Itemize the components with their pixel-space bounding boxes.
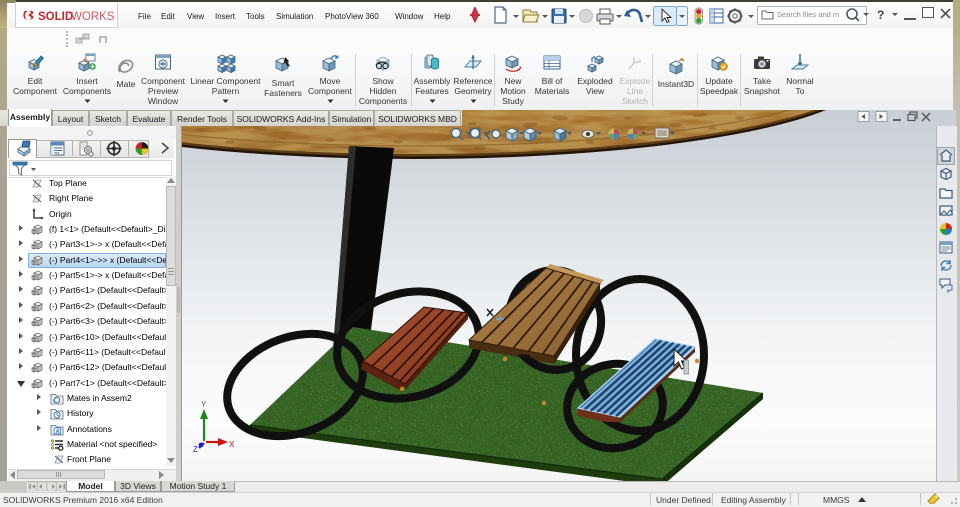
svg-text:Z: Z xyxy=(193,445,198,454)
svg-text:SOLID: SOLID xyxy=(38,11,73,23)
svg-text:Y: Y xyxy=(201,400,207,409)
svg-text:A: A xyxy=(55,428,60,435)
svg-text:X: X xyxy=(229,440,235,449)
svg-text:WORKS: WORKS xyxy=(71,11,115,23)
